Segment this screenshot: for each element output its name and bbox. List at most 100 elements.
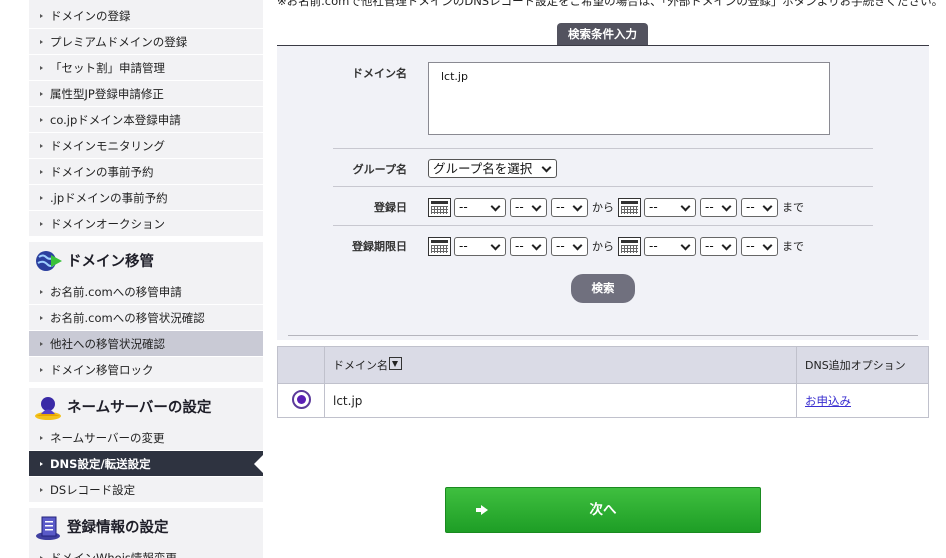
apply-link[interactable]: お申込み	[805, 394, 851, 408]
chevron-down-icon	[680, 201, 691, 211]
server-user-icon	[35, 396, 61, 420]
reg-from-month-select[interactable]: --	[510, 197, 547, 217]
calendar-icon[interactable]	[618, 197, 641, 217]
sort-down-icon[interactable]	[389, 357, 402, 370]
next-button[interactable]: 次へ	[445, 487, 761, 533]
exp-to-month-select[interactable]: --	[700, 236, 737, 256]
search-button[interactable]: 検索	[571, 274, 635, 303]
from-text: から	[592, 201, 614, 214]
row-separator	[333, 225, 873, 226]
document-icon	[36, 516, 60, 540]
exp-to-month-value: --	[705, 238, 714, 253]
group-name-select[interactable]: グループ名を選択	[428, 159, 557, 178]
domain-textarea[interactable]: lct.jp	[428, 62, 830, 135]
registration-date-label: 登録日	[374, 201, 407, 214]
reg-to-month-select[interactable]: --	[700, 197, 737, 217]
search-panel: ドメイン名 lct.jp グループ名 グループ名を選択 登録日 -- -- --…	[277, 45, 929, 340]
reg-from-day-select[interactable]: --	[551, 197, 588, 217]
chevron-down-icon	[490, 240, 501, 250]
calendar-icon[interactable]	[428, 236, 451, 256]
sidebar-item-nameserver-change[interactable]: ネームサーバーの変更	[29, 425, 263, 451]
exp-from-month-select[interactable]: --	[510, 236, 547, 256]
globe-transfer-icon	[36, 250, 62, 271]
sidebar-item-set-discount[interactable]: 「セット割」申請管理	[29, 55, 263, 81]
sidebar-item-domain-monitoring[interactable]: ドメインモニタリング	[29, 133, 263, 159]
radio-selected-icon[interactable]	[291, 389, 311, 409]
sidebar-item-jp-attribute-fix[interactable]: 属性型JP登録申請修正	[29, 81, 263, 107]
chevron-down-icon	[762, 240, 773, 250]
result-table: ドメイン名 DNS追加オプション lct.jp お申込み	[277, 346, 929, 418]
chevron-down-icon	[531, 240, 542, 250]
group-name-label: グループ名	[352, 163, 407, 176]
reg-from-month-value: --	[515, 199, 524, 214]
row-domain-cell: lct.jp	[324, 383, 797, 418]
arrow-right-icon	[476, 505, 488, 515]
domain-name-label: ドメイン名	[352, 67, 407, 80]
to-text: まで	[782, 201, 804, 214]
sidebar-section-nameserver: ネームサーバーの設定	[29, 383, 263, 425]
table-header-row: ドメイン名 DNS追加オプション	[277, 346, 929, 384]
chevron-down-icon	[572, 240, 583, 250]
reg-to-month-value: --	[705, 199, 714, 214]
group-select-value: グループ名を選択	[433, 161, 533, 176]
row-separator	[333, 148, 873, 149]
row-select-cell	[277, 383, 325, 418]
exp-from-day-value: --	[556, 238, 565, 253]
sidebar-item-transfer-out-status[interactable]: 他社への移管状況確認	[29, 331, 263, 357]
row-separator	[333, 186, 873, 187]
sidebar-section-transfer-title: ドメイン移管	[67, 254, 154, 270]
next-button-label: 次へ	[589, 502, 617, 518]
reg-to-day-value: --	[746, 199, 755, 214]
reg-to-year-value: --	[649, 199, 658, 214]
sidebar-item-transfer-status[interactable]: お名前.comへの移管状況確認	[29, 305, 263, 331]
expiration-date-label: 登録期限日	[352, 240, 407, 253]
row-option-cell: お申込み	[796, 383, 929, 418]
sidebar-item-premium-domain[interactable]: プレミアムドメインの登録	[29, 29, 263, 55]
sidebar-item-domain-auction[interactable]: ドメインオークション	[29, 211, 263, 237]
notice-text: ※お名前.comで他社管理ドメインのDNSレコード設定をご希望の場合は、「外部ド…	[277, 0, 944, 8]
calendar-icon[interactable]	[428, 197, 451, 217]
reg-to-day-select[interactable]: --	[741, 197, 778, 217]
exp-to-day-value: --	[746, 238, 755, 253]
panel-divider	[288, 335, 918, 336]
sidebar-section-registration: 登録情報の設定	[29, 503, 263, 545]
chevron-down-icon	[531, 201, 542, 211]
exp-to-day-select[interactable]: --	[741, 236, 778, 256]
chevron-down-icon	[680, 240, 691, 250]
sidebar-item-jp-preorder[interactable]: .jpドメインの事前予約	[29, 185, 263, 211]
chevron-down-icon	[721, 201, 732, 211]
dns-option-column-header: DNS追加オプション	[796, 346, 929, 384]
reg-from-year-select[interactable]: --	[454, 197, 506, 217]
sidebar-item-domain-preorder[interactable]: ドメインの事前予約	[29, 159, 263, 185]
sidebar-item-ds-record[interactable]: DSレコード設定	[29, 477, 263, 503]
expiration-date-row: -- -- -- から -- -- -- まで	[428, 236, 808, 256]
chevron-down-icon	[721, 240, 732, 250]
chevron-down-icon	[490, 201, 501, 211]
domain-column-header[interactable]: ドメイン名	[324, 346, 797, 384]
exp-to-year-select[interactable]: --	[644, 236, 696, 256]
table-row: lct.jp お申込み	[277, 383, 929, 418]
sidebar-item-cojp-register[interactable]: co.jpドメイン本登録申請	[29, 107, 263, 133]
chevron-down-icon	[762, 201, 773, 211]
exp-from-day-select[interactable]: --	[551, 236, 588, 256]
chevron-down-icon	[572, 201, 583, 211]
exp-from-month-value: --	[515, 238, 524, 253]
calendar-icon[interactable]	[618, 236, 641, 256]
sidebar-section-transfer: ドメイン移管	[29, 237, 263, 279]
from-text: から	[592, 240, 614, 253]
reg-to-year-select[interactable]: --	[644, 197, 696, 217]
reg-from-year-value: --	[459, 199, 468, 214]
sidebar: ドメインの登録 プレミアムドメインの登録 「セット割」申請管理 属性型JP登録申…	[29, 0, 263, 558]
sidebar-item-dns-settings[interactable]: DNS設定/転送設定	[29, 451, 263, 477]
registration-date-row: -- -- -- から -- -- -- まで	[428, 197, 808, 217]
sidebar-item-transfer-apply[interactable]: お名前.comへの移管申請	[29, 279, 263, 305]
search-conditions-tab: 検索条件入力	[557, 23, 648, 45]
sidebar-item-domain-register[interactable]: ドメインの登録	[29, 3, 263, 29]
exp-to-year-value: --	[649, 238, 658, 253]
sidebar-section-nameserver-title: ネームサーバーの設定	[67, 400, 212, 416]
sidebar-item-whois-change[interactable]: ドメインWhois情報変更	[29, 545, 263, 558]
sidebar-item-transfer-lock[interactable]: ドメイン移管ロック	[29, 357, 263, 383]
sidebar-section-registration-title: 登録情報の設定	[67, 520, 169, 536]
chevron-down-icon	[541, 162, 552, 173]
exp-from-year-select[interactable]: --	[454, 236, 506, 256]
